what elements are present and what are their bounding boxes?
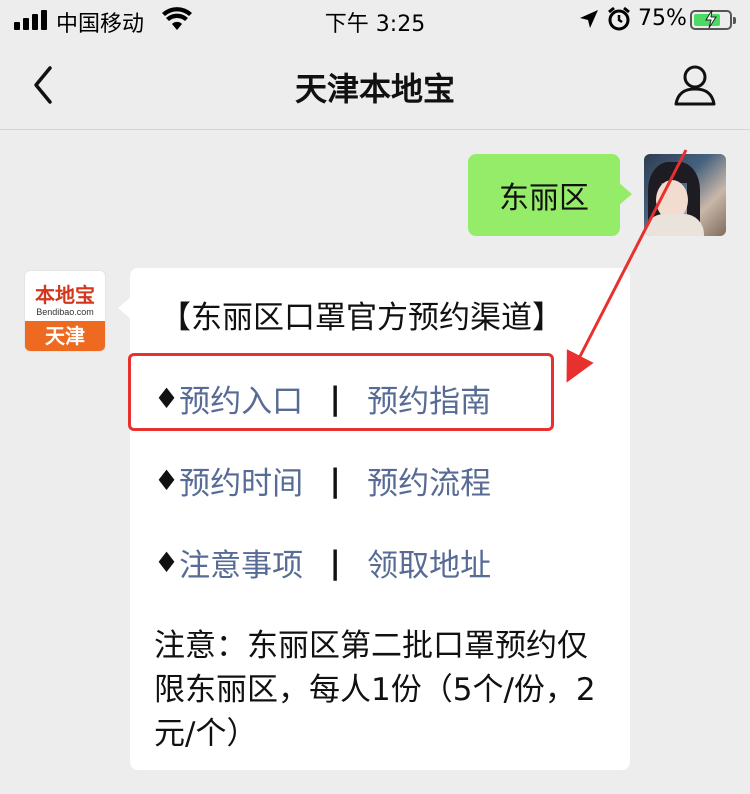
outgoing-message[interactable]: 东丽区 (468, 154, 632, 236)
location-icon (580, 10, 598, 28)
diamond-bullet-icon: ♦ (154, 464, 180, 497)
battery-icon (690, 10, 736, 30)
user-avatar[interactable] (644, 154, 726, 236)
link-booking-process[interactable]: 预约流程 (367, 458, 491, 503)
link-pickup-address[interactable]: 领取地址 (367, 540, 491, 585)
message-note: 注意：东丽区第二批口罩预约仅限东丽区，每人1份（5个/份，2元/个） (154, 628, 596, 752)
separator: | (329, 544, 341, 581)
page-title: 天津本地宝 (294, 70, 455, 108)
outgoing-message-text: 东丽区 (499, 181, 589, 216)
incoming-message: 【东丽区口罩官方预约渠道】 ♦ 预约入口 | 预约指南 ♦ 预约时间 | 预约流… (118, 268, 630, 770)
link-booking-time[interactable]: 预约时间 (179, 458, 303, 503)
highlight-box (128, 353, 554, 431)
brand-logo-url: Bendibao.com (36, 307, 94, 317)
battery-percent: 75% (638, 6, 687, 31)
message-title: 【东丽区口罩官方预约渠道】 (160, 300, 563, 336)
brand-logo-city: 天津 (25, 321, 105, 351)
profile-icon[interactable] (672, 62, 718, 108)
status-bar: 中国移动 下午 3:25 75% (0, 0, 750, 40)
nav-bar: 天津本地宝 (0, 40, 750, 130)
brand-avatar[interactable]: 本地宝 Bendibao.com 天津 (24, 270, 106, 352)
alarm-icon (608, 6, 630, 31)
link-row: ♦ 注意事项 | 领取地址 (154, 540, 491, 585)
diamond-bullet-icon: ♦ (154, 546, 180, 579)
link-row: ♦ 预约时间 | 预约流程 (154, 458, 491, 503)
link-notes[interactable]: 注意事项 (179, 540, 303, 585)
brand-logo-top: 本地宝 (35, 283, 95, 307)
separator: | (329, 462, 341, 499)
